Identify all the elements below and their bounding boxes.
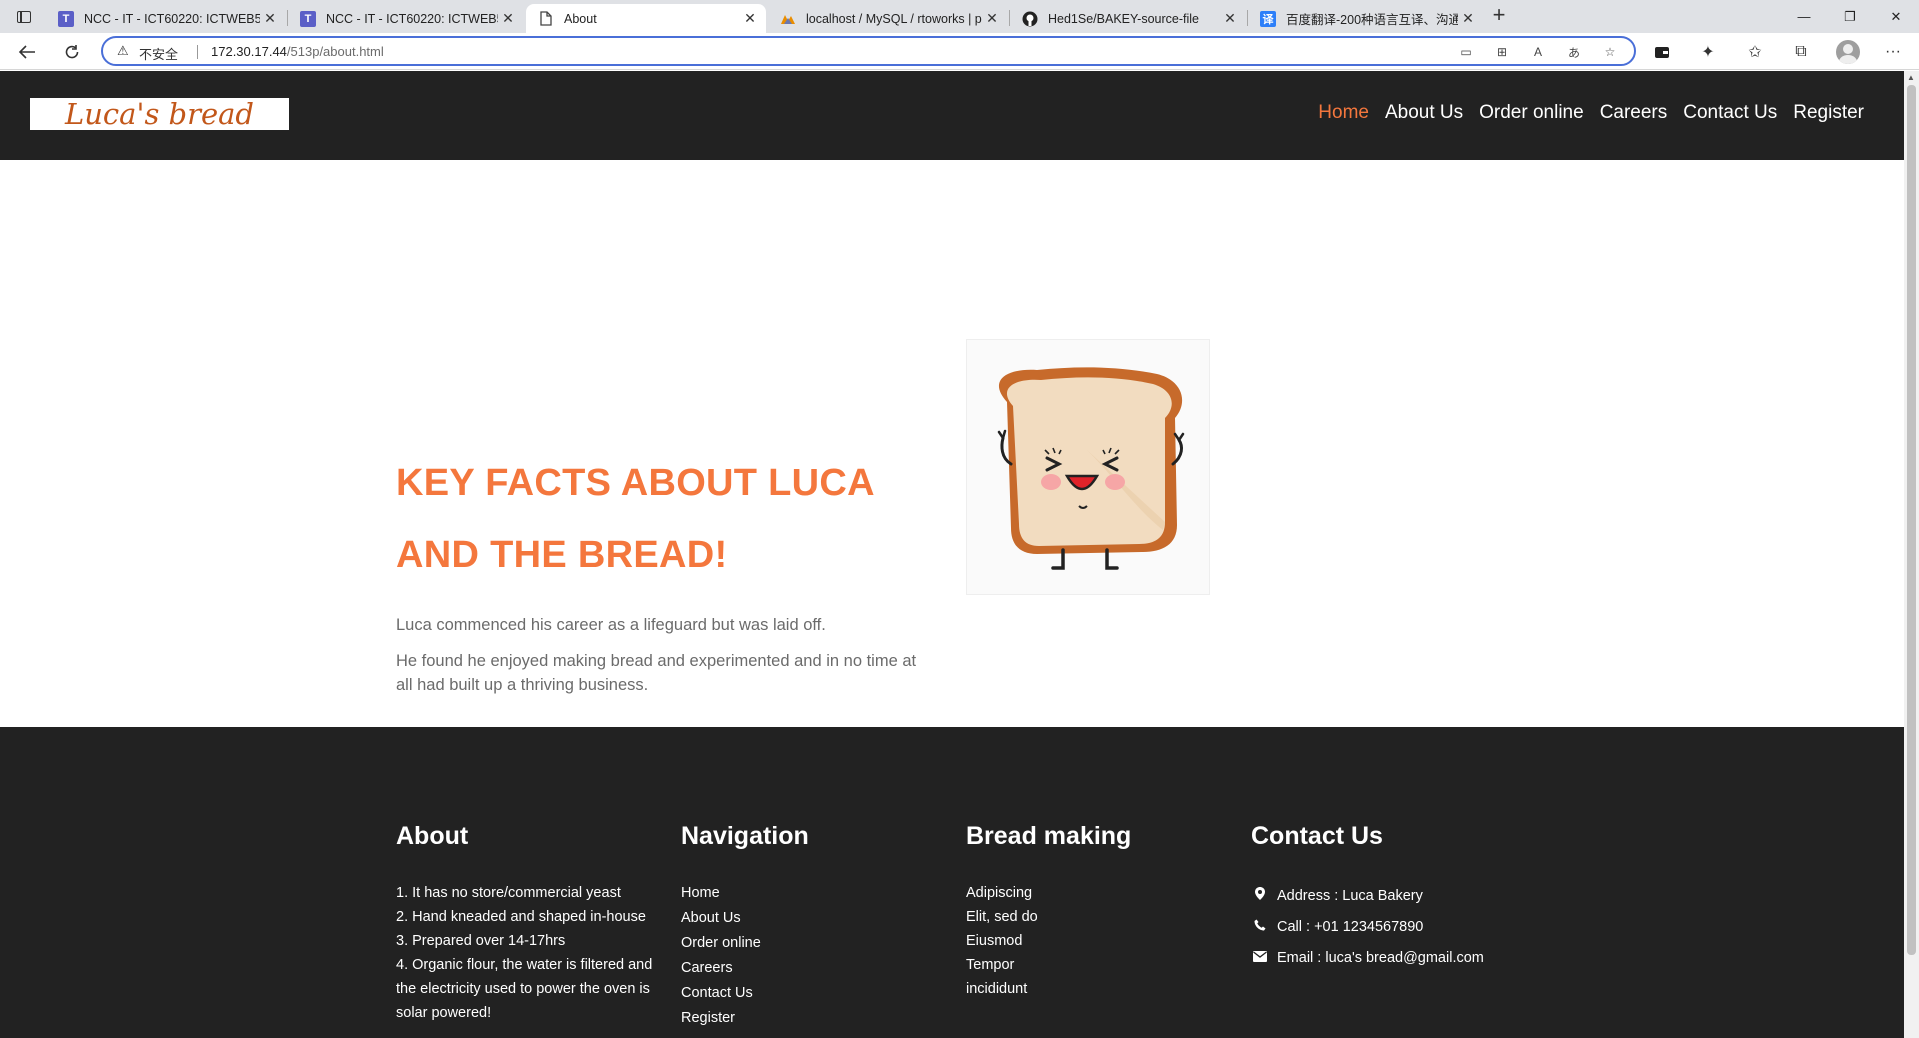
extensions-icon[interactable]: ✦: [1695, 39, 1721, 65]
nav-careers[interactable]: Careers: [1600, 102, 1668, 124]
page-icon: [538, 11, 554, 27]
footer-bread-line: Adipiscing: [966, 885, 1033, 901]
url-path: /513p/about.html: [286, 44, 384, 59]
contact-address-text: Address : Luca Bakery: [1277, 888, 1423, 904]
url-text[interactable]: 172.30.17.44/513p/about.html: [211, 44, 384, 59]
close-tab-icon[interactable]: ✕: [1220, 10, 1240, 27]
footer-bread-line: incididunt: [966, 981, 1028, 997]
github-icon: [1022, 11, 1038, 27]
footer-link-register[interactable]: Register: [681, 1006, 921, 1031]
footer-navigation: Navigation Home About Us Order online Ca…: [681, 822, 921, 1031]
new-tab-icon[interactable]: +: [1488, 4, 1510, 27]
phone-icon: [1251, 912, 1269, 943]
browser-tab[interactable]: localhost / MySQL / rtoworks | phpMyAdmi…: [768, 4, 1008, 33]
site-header: Luca's bread Home About Us Order online …: [0, 71, 1904, 160]
tab-actions-menu-icon[interactable]: [12, 7, 36, 27]
contact-email-text: Email : luca's bread@gmail.com: [1277, 950, 1484, 966]
security-label[interactable]: 不安全: [139, 44, 178, 63]
envelope-icon: [1251, 943, 1269, 974]
contact-call: Call : +01 1234567890: [1251, 912, 1551, 943]
smiling-toast-illustration: [966, 339, 1210, 595]
footer-bread-making: Bread making Adipiscing Elit, sed do Eiu…: [966, 822, 1206, 1001]
close-tab-icon[interactable]: ✕: [1458, 10, 1478, 27]
address-bar[interactable]: ⚠ 不安全 172.30.17.44/513p/about.html ▭ ⊞ A…: [101, 36, 1636, 66]
footer-link-home[interactable]: Home: [681, 881, 921, 906]
favorites-icon[interactable]: ✩: [1742, 39, 1768, 65]
favorite-star-icon[interactable]: ☆: [1599, 42, 1621, 62]
nav-home[interactable]: Home: [1318, 102, 1369, 124]
footer-bread-line: Eiusmod: [966, 933, 1023, 949]
url-host: 172.30.17.44: [211, 44, 287, 59]
read-aloud-icon[interactable]: A: [1527, 42, 1549, 62]
contact-address: Address : Luca Bakery: [1251, 881, 1551, 912]
browser-tab[interactable]: 译 百度翻译-200种语言互译、沟通全世界 ✕: [1248, 4, 1484, 33]
teams-icon: T: [300, 10, 316, 27]
scroll-up-icon[interactable]: ▲: [1907, 73, 1915, 82]
nav-order-online[interactable]: Order online: [1479, 102, 1584, 124]
restore-icon[interactable]: ❐: [1827, 0, 1873, 33]
footer-bread-making-title: Bread making: [966, 822, 1132, 850]
footer-about-line: 2. Hand kneaded and shaped in-house: [396, 909, 646, 925]
reload-icon[interactable]: [59, 39, 85, 65]
nav-register[interactable]: Register: [1793, 102, 1864, 124]
contact-email: Email : luca's bread@gmail.com: [1251, 943, 1551, 974]
close-window-icon[interactable]: ✕: [1873, 0, 1919, 33]
footer-about: About 1. It has no store/commercial yeas…: [396, 822, 656, 1025]
site-logo[interactable]: Luca's bread: [30, 97, 289, 131]
about-paragraph-1: Luca commenced his career as a lifeguard…: [396, 616, 826, 634]
baidu-translate-icon: 译: [1260, 10, 1276, 27]
close-tab-icon[interactable]: ✕: [498, 10, 518, 27]
close-tab-icon[interactable]: ✕: [982, 10, 1002, 27]
footer-contact-title: Contact Us: [1251, 822, 1383, 850]
browser-tab[interactable]: T NCC - IT - ICT60220: ICTWEB513 ✕: [46, 4, 286, 33]
page-scrollbar[interactable]: ▲: [1904, 71, 1919, 1038]
footer-link-about-us[interactable]: About Us: [681, 906, 921, 931]
footer-about-line: 1. It has no store/commercial yeast: [396, 885, 621, 901]
footer-about-line: 3. Prepared over 14-17hrs: [396, 933, 566, 949]
minimize-icon[interactable]: —: [1781, 0, 1827, 33]
footer-bread-line: Tempor: [966, 957, 1015, 973]
main-nav: Home About Us Order online Careers Conta…: [1302, 102, 1864, 124]
qr-code-icon[interactable]: ⊞: [1491, 42, 1513, 62]
footer-bread-line: Elit, sed do: [966, 909, 1038, 925]
browser-tab[interactable]: Hed1Se/BAKEY-source-file ✕: [1010, 4, 1246, 33]
footer-about-line: 4. Organic flour, the water is filtered …: [396, 957, 653, 1021]
scrollbar-thumb[interactable]: [1907, 85, 1916, 955]
teams-icon: T: [58, 10, 74, 27]
wallet-icon[interactable]: [1649, 39, 1675, 65]
browser-toolbar: ⚠ 不安全 172.30.17.44/513p/about.html ▭ ⊞ A…: [0, 33, 1919, 70]
app-available-icon[interactable]: ▭: [1455, 42, 1477, 62]
about-heading: KEY FACTS ABOUT LUCA AND THE BREAD!: [396, 462, 874, 576]
about-section: KEY FACTS ABOUT LUCA AND THE BREAD! Luca…: [0, 160, 1904, 727]
footer-link-contact-us[interactable]: Contact Us: [681, 981, 921, 1006]
more-menu-icon[interactable]: ···: [1880, 39, 1906, 65]
warning-icon[interactable]: ⚠: [117, 43, 129, 59]
close-tab-icon[interactable]: ✕: [740, 10, 760, 27]
logo-text: Luca's bread: [65, 97, 254, 131]
footer-link-order-online[interactable]: Order online: [681, 931, 921, 956]
footer-navigation-title: Navigation: [681, 822, 809, 850]
contact-call-text: Call : +01 1234567890: [1277, 919, 1424, 935]
footer-contact: Contact Us Address : Luca Bakery Call : …: [1251, 822, 1551, 974]
profile-avatar[interactable]: [1836, 40, 1860, 64]
close-tab-icon[interactable]: ✕: [260, 10, 280, 27]
back-icon[interactable]: [14, 39, 40, 65]
phpmyadmin-icon: [780, 11, 796, 27]
footer-link-careers[interactable]: Careers: [681, 956, 921, 981]
translate-icon[interactable]: あ: [1563, 42, 1585, 62]
browser-tab-active[interactable]: About ✕: [526, 4, 766, 33]
page-viewport: Luca's bread Home About Us Order online …: [0, 71, 1904, 1038]
map-marker-icon: [1251, 881, 1269, 912]
collections-icon[interactable]: ⧉: [1788, 39, 1814, 65]
omnibox-divider: [197, 45, 198, 59]
about-paragraph-2: He found he enjoyed making bread and exp…: [396, 652, 917, 694]
site-footer: About 1. It has no store/commercial yeas…: [0, 727, 1904, 1038]
browser-tab-strip: T NCC - IT - ICT60220: ICTWEB513 ✕ T NCC…: [0, 0, 1919, 33]
footer-about-title: About: [396, 822, 469, 850]
nav-about-us[interactable]: About Us: [1385, 102, 1463, 124]
browser-tab[interactable]: T NCC - IT - ICT60220: ICTWEB513 ✕: [288, 4, 524, 33]
nav-contact-us[interactable]: Contact Us: [1683, 102, 1777, 124]
